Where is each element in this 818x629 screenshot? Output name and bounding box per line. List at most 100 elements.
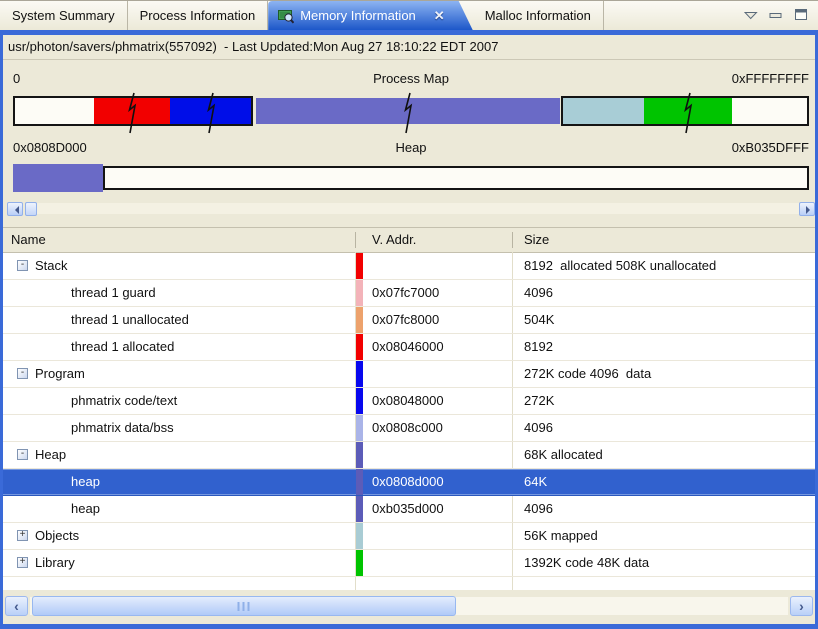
memory-region-segment[interactable] (170, 98, 251, 124)
table-scroll-left-button[interactable]: ‹ (5, 596, 28, 616)
tab-label: Memory Information (300, 8, 416, 23)
map-scroll-thumb[interactable] (25, 202, 37, 216)
tab-label: System Summary (12, 8, 115, 23)
segment-size: 504K (524, 307, 554, 332)
process-map-title: Process Map (13, 71, 809, 87)
collapse-icon[interactable]: - (17, 449, 28, 460)
table-horizontal-scrollbar[interactable]: ‹ › (5, 596, 813, 616)
memory-region-segment[interactable] (563, 98, 644, 124)
table-row[interactable]: heap0x0808d00064K (3, 469, 815, 496)
table-scroll-right-button[interactable]: › (790, 596, 813, 616)
table-row[interactable]: Stack- 8192 allocated 508K unallocated (3, 253, 815, 280)
collapse-icon[interactable]: - (17, 260, 28, 271)
segment-address: 0x08046000 (372, 334, 444, 359)
segment-size: 1392K code 48K data (524, 550, 649, 575)
segment-address: 0xb035d000 (372, 496, 444, 521)
memory-region-segment[interactable] (94, 98, 171, 124)
tab-strip: System Summary Process Information Memory … (0, 1, 604, 30)
table-row[interactable]: Program- 272K code 4096 data (3, 361, 815, 388)
process-map-bar[interactable] (13, 96, 809, 126)
color-chip (356, 280, 363, 306)
color-chip (356, 442, 363, 468)
table-row[interactable]: thread 1 guard0x07fc70004096 (3, 280, 815, 307)
column-header-size[interactable]: Size (524, 228, 549, 252)
tab-system-summary[interactable]: System Summary (0, 1, 128, 30)
table-row[interactable]: phmatrix code/text0x08048000272K (3, 388, 815, 415)
tab-bar: System Summary Process Information Memory … (0, 0, 818, 30)
table-row[interactable]: thread 1 unallocated0x07fc8000504K (3, 307, 815, 334)
maximize-icon[interactable] (794, 8, 808, 24)
table-header: Name V. Addr. Size (3, 228, 815, 253)
thumb-grip (238, 602, 251, 611)
view-frame: usr/photon/savers/phmatrix(557092) - Las… (0, 30, 818, 629)
color-chip (356, 388, 363, 414)
tab-close-icon[interactable]: ✕ (434, 8, 445, 24)
tab-process-information[interactable]: Process Information (128, 1, 269, 30)
map-scroll-right-button[interactable] (799, 202, 815, 216)
color-chip (356, 307, 363, 333)
color-chip (356, 469, 363, 495)
table-row[interactable]: Objects+56K mapped (3, 523, 815, 550)
table-row[interactable]: Library+1392K code 48K data (3, 550, 815, 577)
minimize-icon[interactable] (769, 8, 783, 23)
segment-name: Library (3, 550, 383, 575)
map-horizontal-scrollbar[interactable] (7, 201, 815, 216)
map-scroll-left-button[interactable] (7, 202, 23, 216)
mapped-region-group (561, 96, 809, 126)
discontinuity-bolt-icon (681, 92, 695, 134)
column-header-vaddr[interactable]: V. Addr. (372, 228, 416, 252)
collapse-icon[interactable]: - (17, 368, 28, 379)
heap-bar[interactable] (13, 164, 809, 192)
table-row[interactable]: heap0xb035d0004096 (3, 496, 815, 523)
memory-region-segment[interactable] (15, 98, 94, 124)
color-chip (356, 253, 363, 279)
segment-address: 0x07fc8000 (372, 307, 439, 332)
segment-size: 8192 allocated 508K unallocated (524, 253, 716, 278)
header-divider[interactable] (512, 232, 513, 248)
tab-memory-information[interactable]: Memory Information ✕ (268, 1, 473, 30)
segment-size: 272K (524, 388, 554, 413)
header-divider[interactable] (355, 232, 356, 248)
segment-name: Heap (3, 442, 383, 467)
memory-region-segment[interactable] (732, 98, 807, 124)
table-scroll-thumb[interactable] (32, 596, 456, 616)
memory-information-view: System Summary Process Information Memory … (0, 0, 818, 629)
mapped-region-group (13, 96, 253, 126)
color-chip (356, 496, 363, 522)
heap-used-segment (13, 164, 103, 192)
tab-malloc-information[interactable]: Malloc Information (473, 1, 604, 30)
segment-size: 272K code 4096 data (524, 361, 651, 386)
color-chip (356, 550, 363, 576)
segment-address: 0x08048000 (372, 388, 444, 413)
view-menu-icon[interactable] (744, 8, 758, 23)
process-map-labels: 0 Process Map 0xFFFFFFFF (13, 71, 809, 87)
color-chip (356, 415, 363, 441)
memory-region-segment[interactable] (256, 98, 560, 124)
tab-label: Process Information (140, 8, 256, 23)
color-chip (356, 334, 363, 360)
memory-region-segment[interactable] (644, 98, 733, 124)
discontinuity-bolt-icon (401, 92, 415, 134)
segment-name: Program (3, 361, 383, 386)
heap-map-labels: 0x0808D000 Heap 0xB035DFFF (13, 140, 809, 156)
memory-analysis-icon (278, 8, 294, 24)
map-scroll-track[interactable] (37, 203, 799, 214)
table-body: Stack-8192 allocated 508K unallocatedthr… (3, 253, 815, 577)
table-row[interactable]: thread 1 allocated0x080460008192 (3, 334, 815, 361)
memory-segments-table: Name V. Addr. Size Stack-8192 allocated … (3, 227, 815, 590)
segment-address: 0x07fc7000 (372, 280, 439, 305)
discontinuity-bolt-icon (125, 92, 139, 134)
segment-name: Stack (3, 253, 383, 278)
expand-icon[interactable]: + (17, 530, 28, 541)
segment-size: 4096 (524, 415, 553, 440)
view-toolbar (744, 1, 818, 30)
column-header-name[interactable]: Name (11, 228, 46, 252)
segment-size: 4096 (524, 280, 553, 305)
color-chip (356, 523, 363, 549)
table-row[interactable]: phmatrix data/bss0x0808c0004096 (3, 415, 815, 442)
table-row[interactable]: Heap-68K allocated (3, 442, 815, 469)
segment-size: 64K (524, 469, 547, 494)
segment-name: Objects (3, 523, 383, 548)
expand-icon[interactable]: + (17, 557, 28, 568)
heap-title: Heap (13, 140, 809, 156)
